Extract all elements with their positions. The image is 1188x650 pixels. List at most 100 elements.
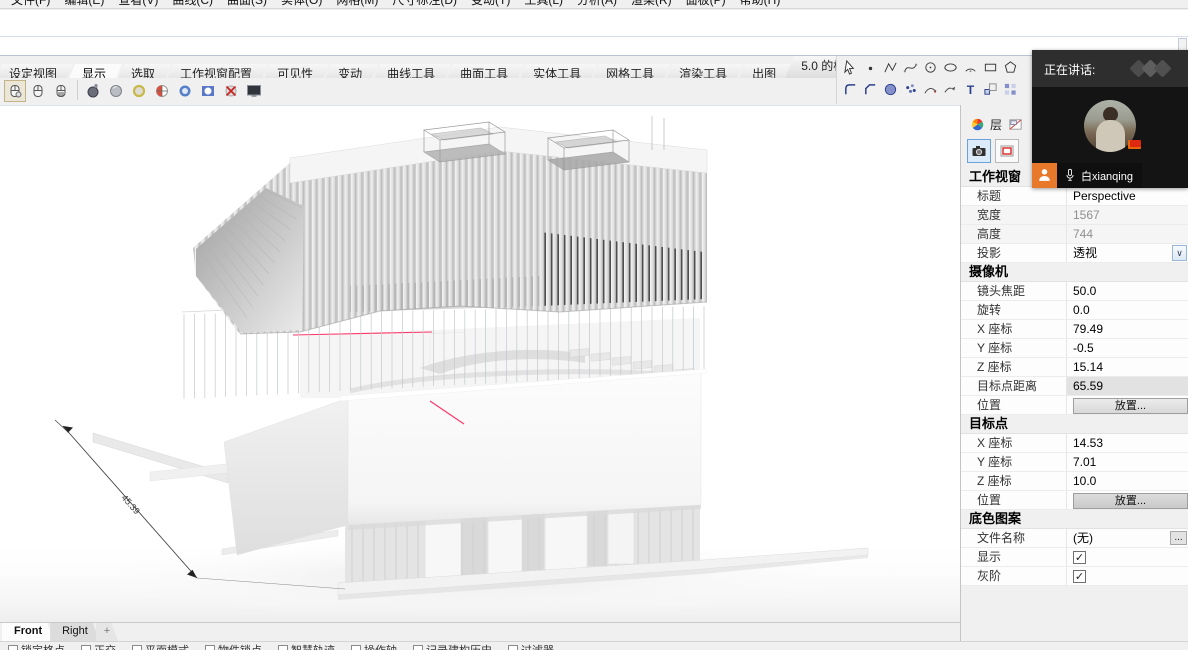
prop-label: 标题 <box>961 187 1067 205</box>
microphone-icon <box>1063 168 1077 184</box>
polyline-icon[interactable] <box>880 58 900 78</box>
prop-value[interactable]: 14.53 <box>1067 434 1188 452</box>
prop-value[interactable]: 50.0 <box>1067 282 1188 300</box>
point-icon[interactable] <box>860 58 880 78</box>
viewport-tab-Front[interactable]: Front <box>2 623 54 641</box>
prop-row-灰阶: 灰阶✓ <box>961 567 1188 586</box>
polygon-icon[interactable] <box>1000 58 1020 78</box>
menu-item[interactable]: 变动(T) <box>464 0 517 9</box>
prop-value[interactable]: 10.0 <box>1067 472 1188 490</box>
extend-curve-icon[interactable] <box>940 80 960 100</box>
prop-label: 目标点距离 <box>961 377 1067 395</box>
status-toggle-平面模式[interactable]: 平面模式 <box>132 642 189 650</box>
prop-value[interactable]: 79.49 <box>1067 320 1188 338</box>
ellipse-icon[interactable] <box>940 58 960 78</box>
place-button[interactable]: 放置... <box>1073 493 1188 509</box>
pan-view-mouse-icon[interactable] <box>27 80 49 102</box>
menu-item[interactable]: 渲染(R) <box>624 0 679 9</box>
wireframe-mode-icon[interactable] <box>82 80 104 102</box>
zoom-view-mouse-icon[interactable] <box>50 80 72 102</box>
perspective-viewport[interactable]: 45.39 <box>0 105 960 622</box>
status-toggle-操作轴[interactable]: 操作轴 <box>351 642 397 650</box>
section-title-wallpaper: 底色图案 <box>961 510 1188 529</box>
speaking-label: 正在讲话: <box>1044 63 1095 77</box>
menu-item[interactable]: 尺寸标注(D) <box>385 0 464 9</box>
meeting-overlay-window[interactable]: 正在讲话: 白xianqing <box>1032 50 1188 188</box>
rendered-mode-icon[interactable] <box>128 80 150 102</box>
command-area[interactable] <box>0 10 1188 56</box>
prop-value[interactable]: -0.5 <box>1067 339 1188 357</box>
viewport-display-tab-icon[interactable] <box>995 139 1019 163</box>
menu-item[interactable]: 查看(V) <box>111 0 165 9</box>
prop-row-宽度: 宽度1567 <box>961 206 1188 225</box>
menu-item[interactable]: 实体(O) <box>274 0 329 9</box>
prop-row-旋转: 旋转0.0 <box>961 301 1188 320</box>
menu-item[interactable]: 工具(L) <box>517 0 570 9</box>
checkbox[interactable]: ✓ <box>1073 570 1086 583</box>
camera-properties-tab-icon[interactable] <box>967 139 991 163</box>
scale-icon[interactable] <box>980 80 1000 100</box>
checkbox[interactable]: ✓ <box>1073 551 1086 564</box>
xray-mode-icon[interactable] <box>174 80 196 102</box>
menu-item[interactable]: 面板(P) <box>679 0 733 9</box>
status-toggle-智慧轨迹[interactable]: 智慧轨迹 <box>278 642 335 650</box>
arc-icon[interactable] <box>960 58 980 78</box>
menu-item[interactable]: 曲线(C) <box>165 0 220 9</box>
status-toggle-物件锁点[interactable]: 物件锁点 <box>205 642 262 650</box>
menu-item[interactable]: 帮助(H) <box>733 0 788 9</box>
dimension-label: 45.39 <box>120 493 142 517</box>
prop-value: 1567 <box>1067 206 1188 224</box>
prop-label: 文件名称 <box>961 529 1067 547</box>
place-button[interactable]: 放置... <box>1073 398 1188 414</box>
prop-value[interactable]: (无)... <box>1067 529 1188 547</box>
add-viewport-tab-button[interactable]: + <box>96 623 118 641</box>
menu-item[interactable]: 文件(F) <box>4 0 57 9</box>
sphere-icon[interactable] <box>880 80 900 100</box>
prop-value[interactable]: 65.59 <box>1067 377 1188 395</box>
color-properties-tab-icon[interactable] <box>967 115 987 135</box>
prop-value[interactable]: 7.01 <box>1067 453 1188 471</box>
prop-label: 高度 <box>961 225 1067 243</box>
rectangle-icon[interactable] <box>980 58 1000 78</box>
status-toggle-锁定格点[interactable]: 锁定格点 <box>8 642 65 650</box>
ghosted-mode-icon[interactable] <box>151 80 173 102</box>
fillet-icon[interactable] <box>840 80 860 100</box>
chamfer-icon[interactable] <box>860 80 880 100</box>
menu-item[interactable]: 网格(M) <box>329 0 385 9</box>
status-toggle-记录建构历史[interactable]: 记录建构历史 <box>413 642 492 650</box>
technical-mode-icon[interactable] <box>197 80 219 102</box>
point-cloud-icon[interactable] <box>900 80 920 100</box>
display-tab-icon[interactable] <box>1005 115 1025 135</box>
prop-value: 744 <box>1067 225 1188 243</box>
menu-item[interactable]: 曲面(S) <box>220 0 274 9</box>
prop-row-投影: 投影透视∨ <box>961 244 1188 263</box>
blend-curve-icon[interactable] <box>920 80 940 100</box>
hide-objects-icon[interactable] <box>220 80 242 102</box>
rotate-view-mouse-icon[interactable] <box>4 80 26 102</box>
control-curve-icon[interactable] <box>900 58 920 78</box>
menu-item[interactable]: 编辑(E) <box>57 0 111 9</box>
prop-value[interactable]: 15.14 <box>1067 358 1188 376</box>
prop-value[interactable]: Perspective <box>1067 187 1188 205</box>
select-arrow-icon[interactable] <box>840 58 860 78</box>
prop-value: ✓ <box>1067 548 1188 566</box>
prop-value[interactable]: 0.0 <box>1067 301 1188 319</box>
viewport-tab-Right[interactable]: Right <box>50 623 100 641</box>
prop-label: 旋转 <box>961 301 1067 319</box>
svg-text:T: T <box>966 83 974 97</box>
browse-button[interactable]: ... <box>1170 531 1187 545</box>
array-icon[interactable] <box>1000 80 1020 100</box>
chevron-down-icon[interactable]: ∨ <box>1172 245 1187 261</box>
fullscreen-monitor-icon[interactable] <box>243 80 265 102</box>
status-toggle-正交[interactable]: 正交 <box>81 642 116 650</box>
menu-item[interactable]: 分析(A) <box>570 0 624 9</box>
layers-tab[interactable]: 层 <box>987 115 1005 135</box>
shaded-mode-icon[interactable] <box>105 80 127 102</box>
section-title-camera: 摄像机 <box>961 263 1188 282</box>
circle-icon[interactable] <box>920 58 940 78</box>
prop-value: 放置... <box>1067 396 1188 414</box>
prop-value[interactable]: 透视∨ <box>1067 244 1188 262</box>
text-icon[interactable]: T <box>960 80 980 100</box>
prop-row-目标点距离: 目标点距离65.59 <box>961 377 1188 396</box>
status-toggle-过滤器[interactable]: 过滤器 <box>508 642 554 650</box>
